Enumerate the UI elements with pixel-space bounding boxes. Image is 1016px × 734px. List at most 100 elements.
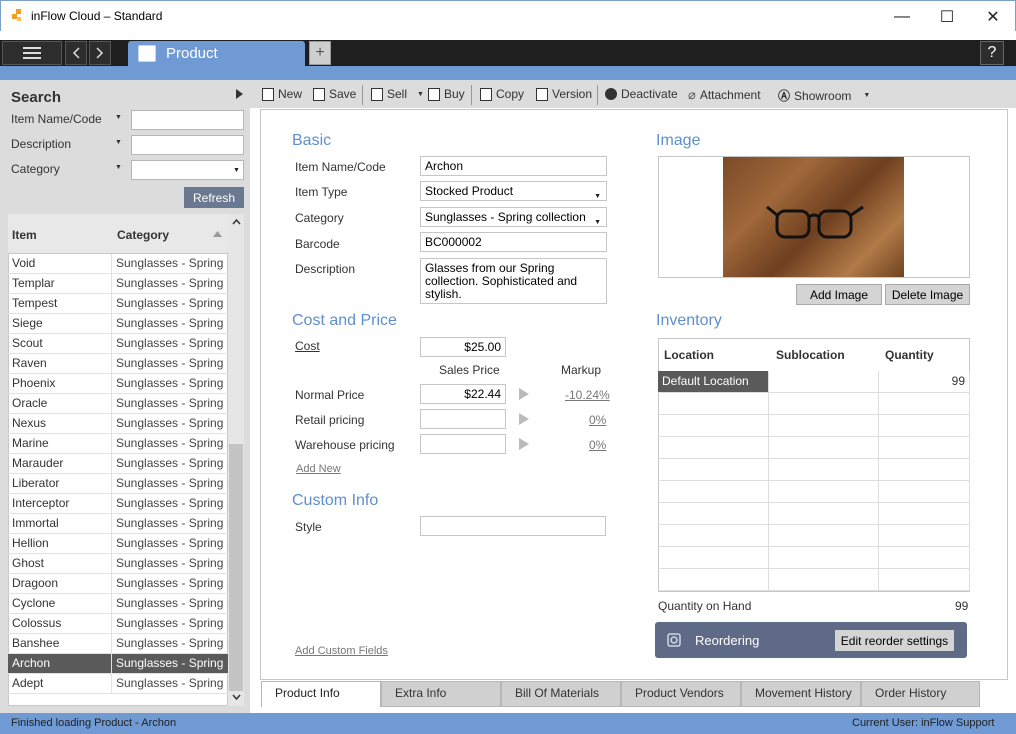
table-row[interactable]: Marine Sunglasses - Spring ...: [8, 434, 228, 454]
filter-dropdown-icon[interactable]: ▼: [115, 114, 122, 121]
retail-price-input[interactable]: [420, 409, 506, 429]
add-image-button[interactable]: Add Image: [796, 284, 882, 305]
table-row[interactable]: Archon Sunglasses - Spring ...: [8, 654, 228, 674]
table-row[interactable]: Oracle Sunglasses - Spring ...: [8, 394, 228, 414]
table-row[interactable]: Cyclone Sunglasses - Spring ...: [8, 594, 228, 614]
inventory-quantity-cell: [879, 437, 970, 458]
style-input[interactable]: [420, 516, 606, 536]
play-arrow-icon[interactable]: [519, 438, 529, 450]
column-header-item[interactable]: Item: [12, 228, 37, 242]
normal-markup-link[interactable]: -10.24%: [565, 388, 610, 402]
edit-reorder-settings-button[interactable]: Edit reorder settings: [835, 630, 954, 651]
tab-product-vendors[interactable]: Product Vendors: [621, 681, 741, 707]
scroll-down-icon[interactable]: [232, 694, 241, 700]
item-name-input[interactable]: Archon: [420, 156, 607, 176]
menu-button[interactable]: [2, 41, 62, 65]
table-row[interactable]: Hellion Sunglasses - Spring ...: [8, 534, 228, 554]
table-row[interactable]: Raven Sunglasses - Spring ...: [8, 354, 228, 374]
table-row[interactable]: Tempest Sunglasses - Spring ...: [8, 294, 228, 314]
forward-button[interactable]: [89, 41, 111, 65]
table-row[interactable]: Adept Sunglasses - Spring ...: [8, 674, 228, 694]
chevron-down-icon[interactable]: ▼: [863, 92, 870, 99]
copy-button[interactable]: Copy: [480, 87, 524, 101]
cost-link[interactable]: Cost: [295, 339, 320, 353]
filter-dropdown-icon[interactable]: ▼: [115, 164, 122, 171]
inventory-row[interactable]: [658, 569, 970, 591]
table-row[interactable]: Phoenix Sunglasses - Spring ...: [8, 374, 228, 394]
back-button[interactable]: [65, 41, 87, 65]
attachment-button[interactable]: ⌀ Attachment: [688, 87, 761, 103]
tab-product[interactable]: Product: [128, 41, 305, 66]
inventory-row[interactable]: [658, 547, 970, 569]
item-name-filter-input[interactable]: [131, 110, 244, 130]
table-row[interactable]: Nexus Sunglasses - Spring ...: [8, 414, 228, 434]
table-row[interactable]: Immortal Sunglasses - Spring ...: [8, 514, 228, 534]
sell-button[interactable]: Sell ▼: [371, 87, 424, 101]
cost-input[interactable]: $25.00: [420, 337, 506, 357]
table-row[interactable]: Liberator Sunglasses - Spring ...: [8, 474, 228, 494]
collapse-arrow-icon[interactable]: [236, 89, 243, 99]
inventory-row[interactable]: Default Location 99: [658, 371, 970, 393]
description-filter-input[interactable]: [131, 135, 244, 155]
table-row[interactable]: Siege Sunglasses - Spring ...: [8, 314, 228, 334]
tab-bill-of-materials[interactable]: Bill Of Materials: [501, 681, 621, 707]
column-header-category[interactable]: Category: [117, 228, 169, 242]
minimize-button[interactable]: —: [879, 1, 925, 32]
table-row[interactable]: Colossus Sunglasses - Spring ...: [8, 614, 228, 634]
table-row[interactable]: Interceptor Sunglasses - Spring ...: [8, 494, 228, 514]
add-tab-button[interactable]: +: [309, 41, 331, 65]
close-button[interactable]: ✕: [970, 1, 1016, 32]
add-new-price-link[interactable]: Add New: [296, 463, 341, 475]
filter-dropdown-icon[interactable]: ▼: [115, 139, 122, 146]
tab-movement-history[interactable]: Movement History: [741, 681, 861, 707]
description-textarea[interactable]: Glasses from our Spring collection. Soph…: [420, 258, 607, 304]
item-cell: Colossus: [8, 614, 112, 633]
table-row[interactable]: Dragoon Sunglasses - Spring ...: [8, 574, 228, 594]
table-row[interactable]: Templar Sunglasses - Spring ...: [8, 274, 228, 294]
warehouse-markup-link[interactable]: 0%: [589, 438, 606, 452]
barcode-input[interactable]: BC000002: [420, 232, 607, 252]
inventory-row[interactable]: [658, 525, 970, 547]
grid-scrollbar-thumb[interactable]: [229, 444, 243, 691]
new-button[interactable]: New: [262, 87, 302, 101]
inventory-row[interactable]: [658, 415, 970, 437]
deactivate-button[interactable]: Deactivate: [605, 87, 678, 101]
category-filter-select[interactable]: ▼: [131, 160, 244, 180]
tab-product-info[interactable]: Product Info: [261, 681, 381, 707]
section-basic: Basic: [292, 132, 332, 149]
buy-button[interactable]: Buy: [428, 87, 465, 101]
table-row[interactable]: Ghost Sunglasses - Spring ...: [8, 554, 228, 574]
help-button[interactable]: ?: [980, 41, 1004, 65]
play-arrow-icon[interactable]: [519, 388, 529, 400]
inventory-quantity-cell: [879, 393, 970, 414]
inventory-row[interactable]: [658, 393, 970, 415]
table-row[interactable]: Banshee Sunglasses - Spring ...: [8, 634, 228, 654]
category-select[interactable]: Sunglasses - Spring collection ▼: [420, 207, 607, 227]
inventory-row[interactable]: [658, 437, 970, 459]
refresh-button[interactable]: Refresh: [184, 187, 244, 208]
warehouse-price-input[interactable]: [420, 434, 506, 454]
inventory-row[interactable]: [658, 481, 970, 503]
scroll-up-icon[interactable]: [232, 219, 241, 225]
chevron-down-icon[interactable]: ▼: [417, 91, 424, 98]
tab-extra-info[interactable]: Extra Info: [381, 681, 501, 707]
version-button[interactable]: Version: [536, 87, 592, 101]
tab-order-history[interactable]: Order History: [861, 681, 980, 707]
table-row[interactable]: Marauder Sunglasses - Spring ...: [8, 454, 228, 474]
search-title: Search: [11, 89, 62, 106]
inventory-sublocation-cell: [769, 525, 879, 546]
item-type-select[interactable]: Stocked Product ▼: [420, 181, 607, 201]
table-row[interactable]: Void Sunglasses - Spring ...: [8, 254, 228, 274]
inventory-row[interactable]: [658, 459, 970, 481]
inventory-row[interactable]: [658, 503, 970, 525]
showroom-button[interactable]: Ⓐ Showroom ▼: [778, 87, 870, 104]
play-arrow-icon[interactable]: [519, 413, 529, 425]
normal-price-input[interactable]: $22.44: [420, 384, 506, 404]
retail-markup-link[interactable]: 0%: [589, 413, 606, 427]
add-custom-fields-link[interactable]: Add Custom Fields: [295, 645, 388, 657]
delete-image-button[interactable]: Delete Image: [885, 284, 970, 305]
table-row[interactable]: Scout Sunglasses - Spring ...: [8, 334, 228, 354]
maximize-button[interactable]: ☐: [924, 1, 970, 32]
title-bar: inFlow Cloud – Standard — ☐ ✕: [0, 0, 1016, 31]
save-button[interactable]: Save: [313, 87, 356, 101]
